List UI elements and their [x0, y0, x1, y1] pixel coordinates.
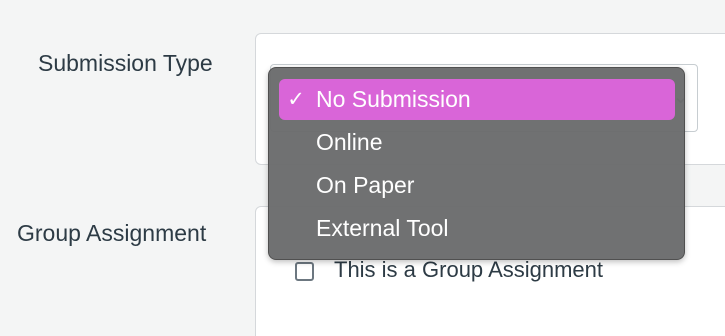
submission-type-option-label: On Paper — [316, 172, 415, 198]
submission-type-dropdown-menu: ✓ No Submission Online On Paper External… — [268, 67, 685, 260]
assignment-settings-screen: Submission Type ⌄ Group Assignment This … — [0, 0, 725, 336]
submission-type-option-external-tool[interactable]: External Tool — [279, 208, 675, 249]
group-assignment-label: Group Assignment — [17, 220, 207, 246]
group-assignment-checkbox[interactable] — [295, 262, 314, 281]
submission-type-option-online[interactable]: Online — [279, 122, 675, 163]
submission-type-option-on-paper[interactable]: On Paper — [279, 165, 675, 206]
submission-type-option-label: No Submission — [316, 86, 471, 112]
group-assignment-checkbox-row[interactable]: This is a Group Assignment — [295, 258, 685, 288]
submission-type-label: Submission Type — [38, 50, 213, 76]
group-assignment-checkbox-label: This is a Group Assignment — [334, 257, 604, 282]
checkmark-icon: ✓ — [287, 88, 305, 111]
submission-type-option-label: Online — [316, 129, 383, 155]
submission-type-option-label: External Tool — [316, 215, 449, 241]
submission-type-option-no-submission[interactable]: ✓ No Submission — [279, 79, 675, 120]
